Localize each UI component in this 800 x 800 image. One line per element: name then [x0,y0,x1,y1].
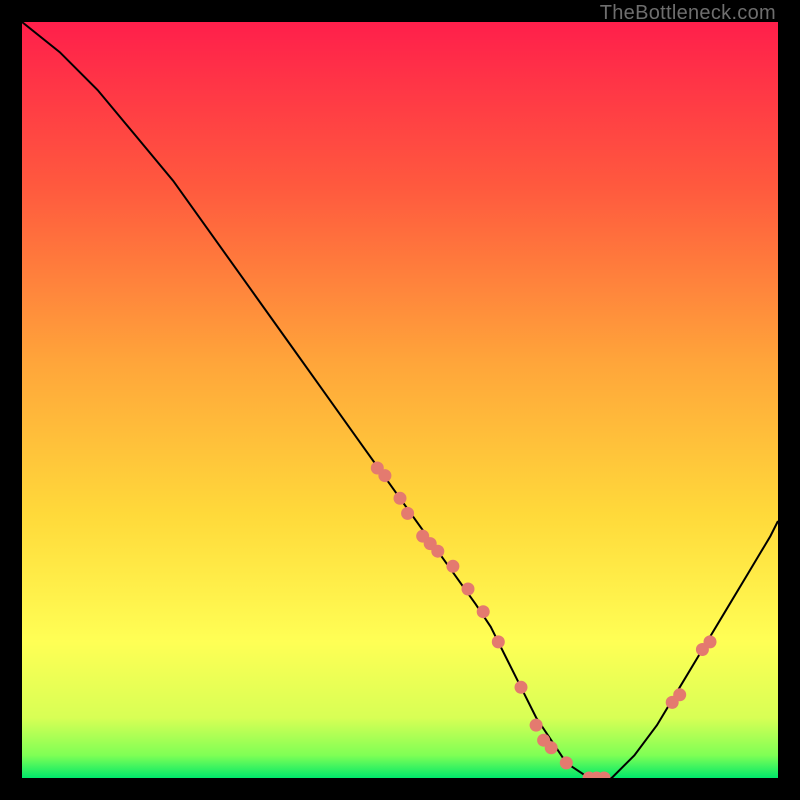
data-point [401,507,414,520]
data-point [446,560,459,573]
data-point [477,605,490,618]
chart-frame [22,22,778,778]
data-point [492,635,505,648]
data-point [431,545,444,558]
data-point [530,719,543,732]
data-point [378,469,391,482]
bottleneck-chart [22,22,778,778]
data-point [462,583,475,596]
watermark-text: TheBottleneck.com [600,2,776,25]
data-point [515,681,528,694]
data-point [394,492,407,505]
data-point [704,635,717,648]
data-point [673,688,686,701]
data-point [545,741,558,754]
data-point [560,756,573,769]
